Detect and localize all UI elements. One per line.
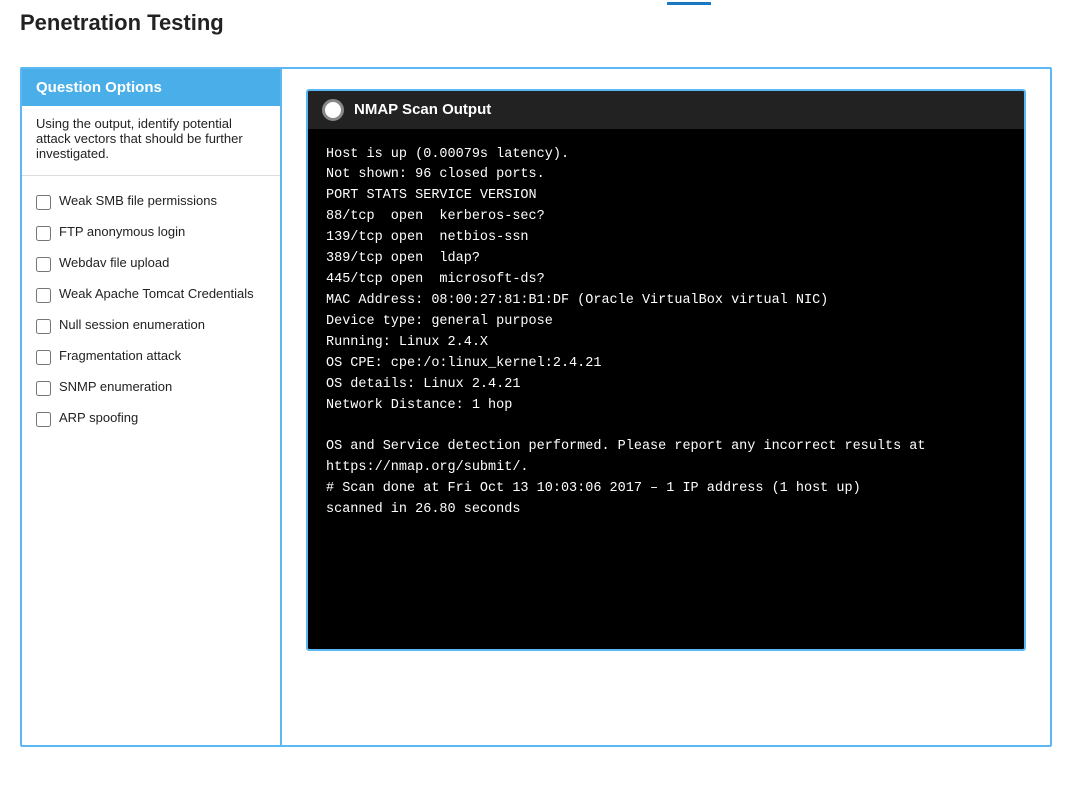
checkbox-opt7[interactable]: [36, 381, 51, 396]
page-title: Penetration Testing: [20, 10, 224, 36]
nmap-title: NMAP Scan Output: [354, 101, 491, 118]
tab-part2[interactable]: Part 2: [667, 0, 711, 5]
list-item[interactable]: Fragmentation attack: [22, 341, 280, 372]
option-label: Webdav file upload: [59, 255, 169, 272]
sidebar: Question Options Using the output, ident…: [22, 69, 282, 745]
option-label: ARP spoofing: [59, 410, 138, 427]
checkbox-opt6[interactable]: [36, 350, 51, 365]
checkbox-opt2[interactable]: [36, 226, 51, 241]
content-area: NMAP Scan Output Host is up (0.00079s la…: [282, 69, 1050, 745]
list-item[interactable]: Weak Apache Tomcat Credentials: [22, 279, 280, 310]
checkbox-opt4[interactable]: [36, 288, 51, 303]
checkbox-opt8[interactable]: [36, 412, 51, 427]
list-item[interactable]: Weak SMB file permissions: [22, 186, 280, 217]
option-label: Fragmentation attack: [59, 348, 181, 365]
checkbox-opt3[interactable]: [36, 257, 51, 272]
checkbox-opt1[interactable]: [36, 195, 51, 210]
options-list: Weak SMB file permissions FTP anonymous …: [22, 176, 280, 444]
checkbox-opt5[interactable]: [36, 319, 51, 334]
option-label: Weak SMB file permissions: [59, 193, 217, 210]
option-label: Null session enumeration: [59, 317, 205, 334]
nmap-header: NMAP Scan Output: [308, 91, 1024, 129]
list-item[interactable]: FTP anonymous login: [22, 217, 280, 248]
nmap-icon: [322, 99, 344, 121]
nmap-output: Host is up (0.00079s latency). Not shown…: [308, 129, 1024, 649]
option-label: SNMP enumeration: [59, 379, 172, 396]
list-item[interactable]: ARP spoofing: [22, 403, 280, 434]
list-item[interactable]: Null session enumeration: [22, 310, 280, 341]
main-layout: Question Options Using the output, ident…: [20, 67, 1052, 747]
nmap-box: NMAP Scan Output Host is up (0.00079s la…: [306, 89, 1026, 651]
tab-part1[interactable]: Part 1: [564, 0, 607, 3]
option-label: FTP anonymous login: [59, 224, 185, 241]
option-label: Weak Apache Tomcat Credentials: [59, 286, 254, 303]
list-item[interactable]: SNMP enumeration: [22, 372, 280, 403]
list-item[interactable]: Webdav file upload: [22, 248, 280, 279]
sidebar-header: Question Options: [22, 69, 280, 106]
sidebar-description: Using the output, identify potential att…: [22, 106, 280, 176]
